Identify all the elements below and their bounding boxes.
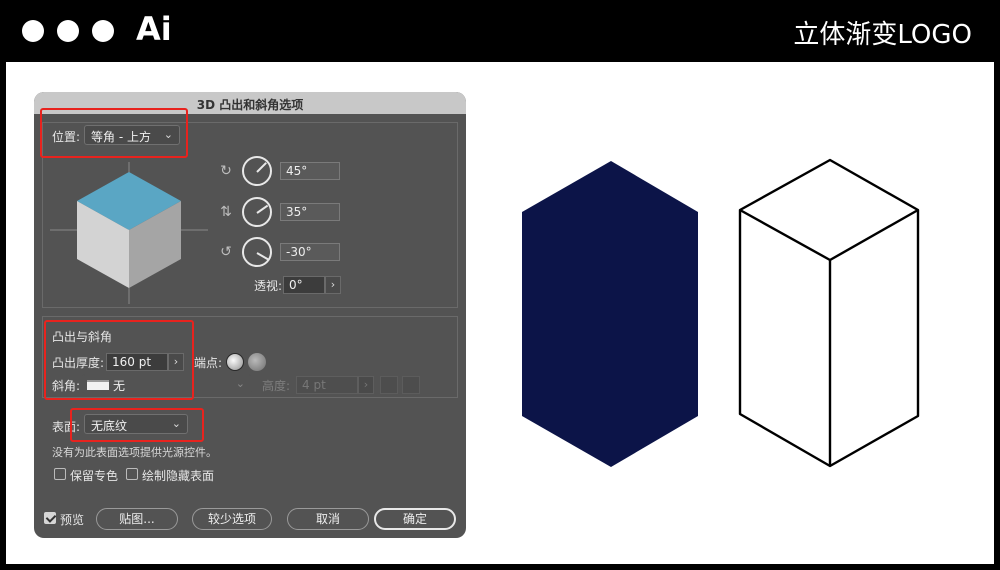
x-axis-rotate-icon: ↻ bbox=[220, 163, 232, 179]
perspective-field[interactable]: 0° bbox=[283, 276, 325, 294]
hexagon-shape bbox=[522, 161, 698, 467]
x-rotation-dial[interactable] bbox=[242, 156, 272, 186]
surface-note: 没有为此表面选项提供光源控件。 bbox=[52, 446, 217, 459]
cap-label: 端点: bbox=[194, 356, 223, 370]
extruded-box-outline bbox=[738, 158, 920, 468]
preserve-spot-label: 保留专色 bbox=[70, 469, 119, 483]
canvas: 3D 凸出和斜角选项 位置: 等角 - 上方 ⌄ ↻ 45° ⇅ 35° ↺ -… bbox=[6, 62, 994, 564]
chevron-down-icon: ⌄ bbox=[235, 377, 245, 390]
track-cube[interactable] bbox=[50, 162, 208, 304]
cap-off-button[interactable] bbox=[248, 353, 266, 371]
y-dial-hand bbox=[256, 204, 269, 214]
z-rotation-dial[interactable] bbox=[242, 237, 272, 267]
z-axis-rotate-icon: ↺ bbox=[220, 244, 232, 260]
page-title: 立体渐变LOGO bbox=[793, 20, 972, 50]
y-rotation-dial[interactable] bbox=[242, 197, 272, 227]
window-dot-3 bbox=[92, 20, 114, 42]
preserve-spot-checkbox[interactable] bbox=[54, 468, 66, 480]
bevel-in-icon[interactable] bbox=[402, 376, 420, 394]
draw-hidden-checkbox[interactable] bbox=[126, 468, 138, 480]
x-dial-hand bbox=[256, 162, 267, 173]
cap-on-button[interactable] bbox=[226, 353, 244, 371]
cancel-button[interactable]: 取消 bbox=[287, 508, 369, 530]
bevel-height-stepper[interactable]: › bbox=[358, 376, 374, 394]
map-art-button[interactable]: 贴图... bbox=[96, 508, 178, 530]
preview-checkbox[interactable] bbox=[44, 512, 56, 524]
z-dial-hand bbox=[256, 252, 269, 261]
perspective-label: 透视: bbox=[254, 279, 283, 293]
box-top-edges bbox=[739, 208, 919, 262]
perspective-stepper[interactable]: › bbox=[325, 276, 341, 294]
preview-label: 预览 bbox=[60, 513, 85, 527]
y-rotation-field[interactable]: 35° bbox=[280, 203, 340, 221]
z-rotation-field[interactable]: -30° bbox=[280, 243, 340, 261]
app-name: Ai bbox=[136, 10, 172, 48]
bevel-height-label: 高度: bbox=[262, 379, 291, 393]
bevel-out-icon[interactable] bbox=[380, 376, 398, 394]
fewer-options-button[interactable]: 较少选项 bbox=[192, 508, 272, 530]
top-bar: Ai 立体渐变LOGO bbox=[0, 0, 1000, 62]
surface-highlight bbox=[70, 408, 204, 442]
ok-button[interactable]: 确定 bbox=[374, 508, 456, 530]
y-axis-rotate-icon: ⇅ bbox=[220, 204, 232, 220]
hexagon-fill bbox=[522, 161, 698, 467]
window-dot-1 bbox=[22, 20, 44, 42]
extrude-bevel-dialog: 3D 凸出和斜角选项 位置: 等角 - 上方 ⌄ ↻ 45° ⇅ 35° ↺ -… bbox=[34, 92, 466, 538]
bevel-height-field[interactable]: 4 pt bbox=[296, 376, 358, 394]
position-highlight bbox=[40, 108, 188, 158]
extrude-highlight bbox=[44, 320, 194, 400]
x-rotation-field[interactable]: 45° bbox=[280, 162, 340, 180]
window-dot-2 bbox=[57, 20, 79, 42]
draw-hidden-label: 绘制隐藏表面 bbox=[142, 469, 215, 483]
